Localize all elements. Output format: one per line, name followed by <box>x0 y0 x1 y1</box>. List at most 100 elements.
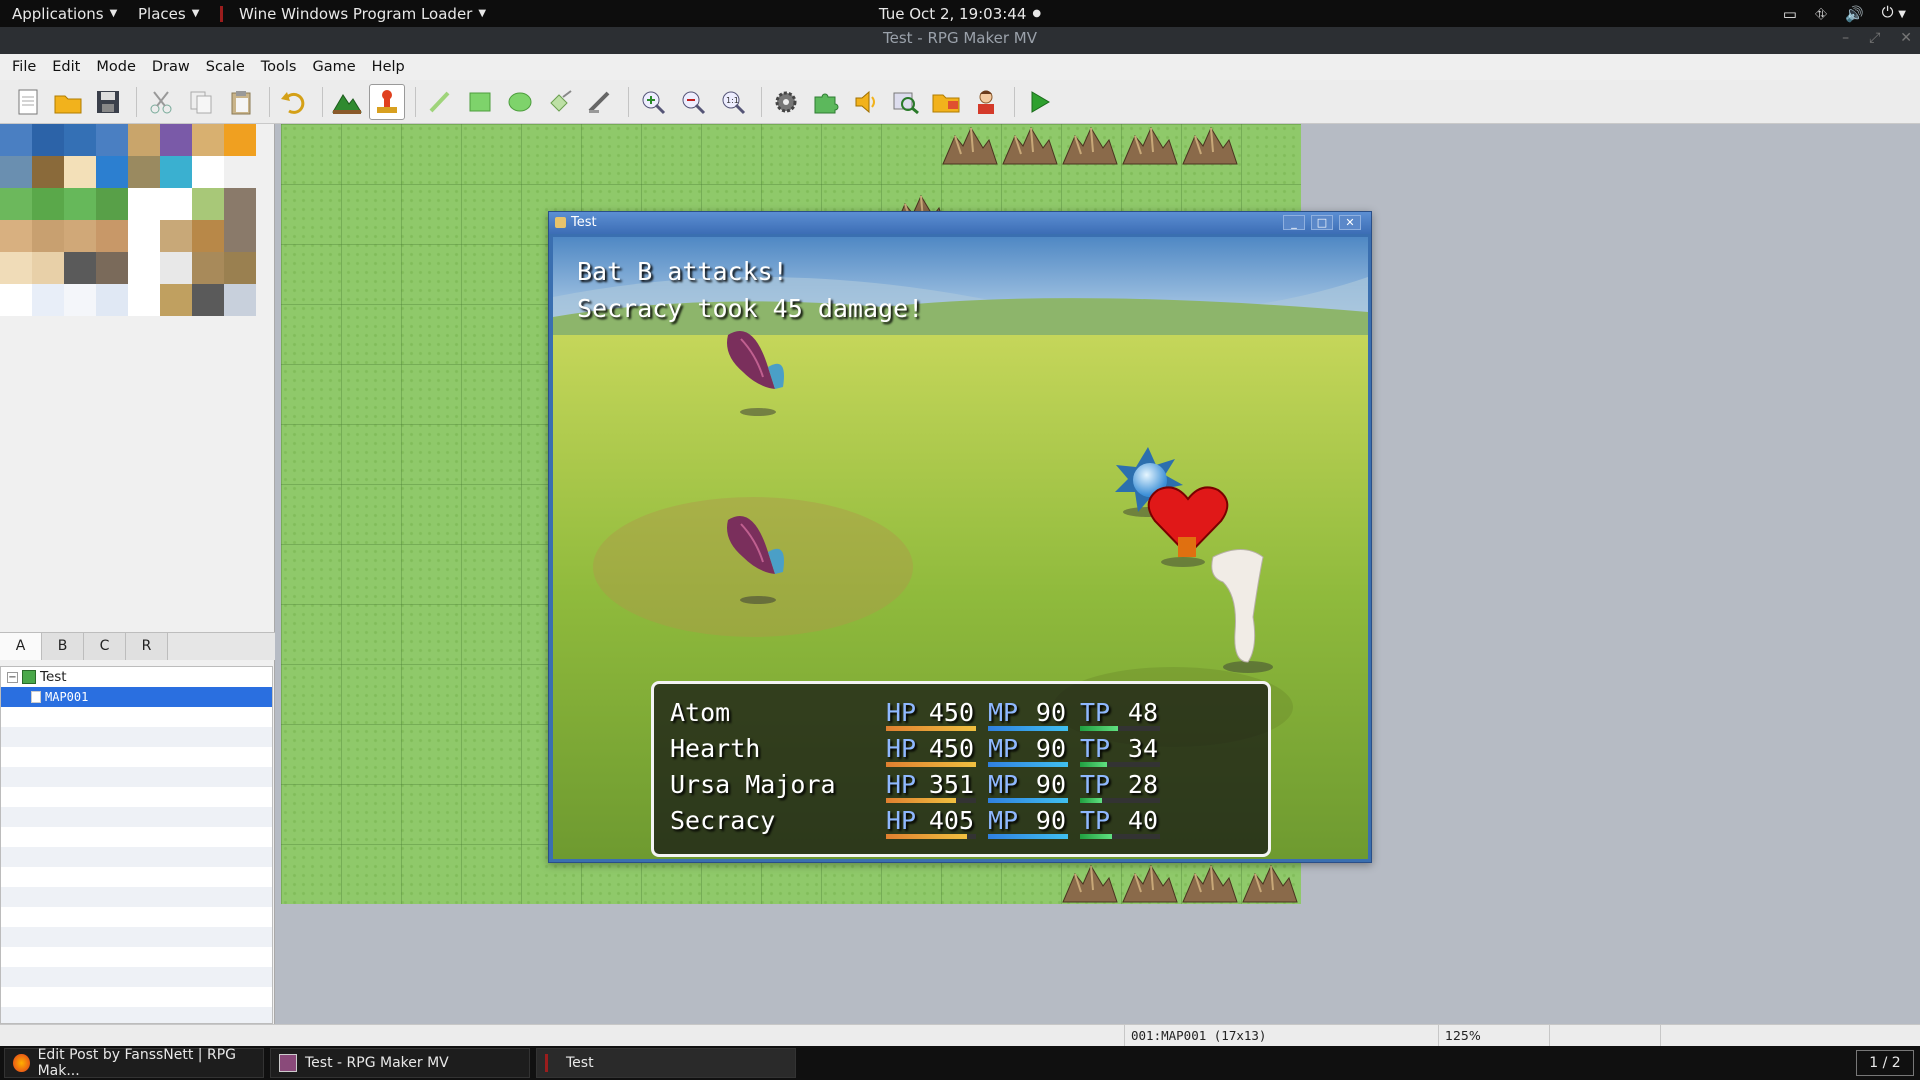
menu-help[interactable]: Help <box>364 59 413 75</box>
open-project-button[interactable] <box>50 84 86 120</box>
tile-swatch[interactable] <box>64 284 96 316</box>
map-tree-item-map001[interactable]: MAP001 <box>1 687 272 707</box>
menu-draw[interactable]: Draw <box>144 59 198 75</box>
paste-button[interactable] <box>223 84 259 120</box>
undo-button[interactable] <box>276 84 312 120</box>
tile-swatch[interactable] <box>0 188 32 220</box>
minimize-icon[interactable]: _ <box>1283 215 1305 230</box>
character-generator-button[interactable] <box>968 84 1004 120</box>
map-mode-button[interactable] <box>329 84 365 120</box>
window-title-bar[interactable]: Test - RPG Maker MV – ⤢ ✕ <box>0 27 1920 54</box>
plugin-manager-button[interactable] <box>808 84 844 120</box>
tile-swatch[interactable] <box>224 220 256 252</box>
tile-swatch[interactable] <box>64 188 96 220</box>
close-icon[interactable]: ✕ <box>1900 27 1912 49</box>
tile-swatch[interactable] <box>128 124 160 156</box>
collapse-icon[interactable]: − <box>7 671 18 683</box>
tile-swatch[interactable] <box>128 220 160 252</box>
battle-scene[interactable]: Bat B attacks! Secracy took 45 damage! A… <box>553 237 1368 859</box>
tile-swatch[interactable] <box>128 252 160 284</box>
tileset-palette[interactable] <box>0 124 258 319</box>
tile-swatch[interactable] <box>192 220 224 252</box>
menu-game[interactable]: Game <box>305 59 364 75</box>
tile-swatch[interactable] <box>32 252 64 284</box>
tile-swatch[interactable] <box>32 284 64 316</box>
palette-tab-c[interactable]: C <box>84 633 126 660</box>
menu-edit[interactable]: Edit <box>44 59 88 75</box>
tile-swatch[interactable] <box>224 156 256 188</box>
sound-test-button[interactable] <box>848 84 884 120</box>
palette-tab-a[interactable]: A <box>0 633 42 660</box>
map-tree-project[interactable]: − Test <box>1 667 272 687</box>
tile-swatch[interactable] <box>160 220 192 252</box>
tile-swatch[interactable] <box>160 284 192 316</box>
playtest-button[interactable] <box>1021 84 1057 120</box>
palette-tab-r[interactable]: R <box>126 633 168 660</box>
tile-swatch[interactable] <box>192 188 224 220</box>
menu-mode[interactable]: Mode <box>88 59 144 75</box>
tile-swatch[interactable] <box>64 156 96 188</box>
system-tray[interactable]: ▭ ⛗ 🔊 ⏻ ▼ <box>1783 0 1906 27</box>
tile-swatch[interactable] <box>128 284 160 316</box>
tile-swatch[interactable] <box>128 156 160 188</box>
menu-scale[interactable]: Scale <box>198 59 253 75</box>
volume-icon[interactable]: 🔊 <box>1845 1 1864 27</box>
tile-swatch[interactable] <box>0 284 32 316</box>
workspace-pager[interactable]: 1 / 2 <box>1856 1050 1914 1076</box>
new-project-button[interactable] <box>10 84 46 120</box>
copy-button[interactable] <box>183 84 219 120</box>
tile-swatch[interactable] <box>96 220 128 252</box>
terminal-icon[interactable]: ▭ <box>1783 1 1797 27</box>
tile-swatch[interactable] <box>128 188 160 220</box>
ellipse-button[interactable] <box>502 84 538 120</box>
tile-swatch[interactable] <box>160 124 192 156</box>
tile-swatch[interactable] <box>32 220 64 252</box>
tile-swatch[interactable] <box>64 252 96 284</box>
tile-swatch[interactable] <box>0 252 32 284</box>
tile-swatch[interactable] <box>192 124 224 156</box>
tile-swatch[interactable] <box>96 188 128 220</box>
applications-menu[interactable]: Applications ▼ <box>12 0 117 27</box>
power-icon[interactable]: ⏻ ▼ <box>1882 0 1906 28</box>
tile-swatch[interactable] <box>192 252 224 284</box>
tile-swatch[interactable] <box>192 284 224 316</box>
close-icon[interactable]: ✕ <box>1339 215 1361 230</box>
tile-swatch[interactable] <box>96 156 128 188</box>
tile-swatch[interactable] <box>96 284 128 316</box>
palette-tab-b[interactable]: B <box>42 633 84 660</box>
minimize-icon[interactable]: – <box>1842 27 1849 49</box>
zoom-out-button[interactable] <box>675 84 711 120</box>
menu-file[interactable]: File <box>4 59 44 75</box>
tile-swatch[interactable] <box>64 124 96 156</box>
tile-swatch[interactable] <box>224 188 256 220</box>
menu-tools[interactable]: Tools <box>253 59 305 75</box>
rectangle-button[interactable] <box>462 84 498 120</box>
tile-swatch[interactable] <box>160 188 192 220</box>
restore-icon[interactable]: ⤢ <box>1869 27 1880 49</box>
save-project-button[interactable] <box>90 84 126 120</box>
event-searcher-button[interactable] <box>888 84 924 120</box>
tile-swatch[interactable] <box>96 124 128 156</box>
tile-swatch[interactable] <box>64 220 96 252</box>
tile-swatch[interactable] <box>224 124 256 156</box>
tile-swatch[interactable] <box>224 284 256 316</box>
network-icon[interactable]: ⛗ <box>1815 1 1827 27</box>
flood-fill-button[interactable] <box>542 84 578 120</box>
database-button[interactable] <box>768 84 804 120</box>
tile-swatch[interactable] <box>224 252 256 284</box>
task-firefox[interactable]: Edit Post by FanssNett | RPG Mak... <box>4 1047 264 1079</box>
places-menu[interactable]: Places ▼ <box>138 0 199 27</box>
tile-swatch[interactable] <box>0 220 32 252</box>
tile-swatch[interactable] <box>192 156 224 188</box>
game-window-title-bar[interactable]: Test _ □ ✕ <box>549 212 1371 234</box>
tile-swatch[interactable] <box>32 124 64 156</box>
tile-swatch[interactable] <box>32 188 64 220</box>
shadow-pen-button[interactable] <box>582 84 618 120</box>
pencil-button[interactable] <box>422 84 458 120</box>
tile-swatch[interactable] <box>0 124 32 156</box>
task-game[interactable]: Test <box>536 1048 796 1078</box>
event-mode-button[interactable] <box>369 83 405 120</box>
task-rpgmaker[interactable]: Test - RPG Maker MV <box>270 1048 530 1078</box>
resource-manager-button[interactable] <box>928 84 964 120</box>
wine-loader-menu[interactable]: Wine Windows Program Loader ▼ <box>220 0 486 27</box>
